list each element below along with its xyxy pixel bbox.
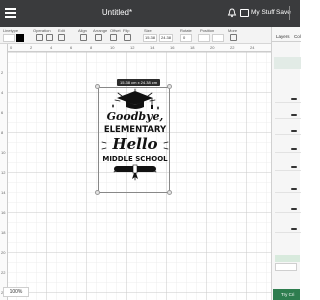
ruler-tick-label: 12 — [130, 45, 135, 50]
graduation-cap-icon — [117, 91, 153, 109]
ruler-tick-label: 6 — [70, 45, 73, 50]
linetype-select[interactable] — [3, 34, 15, 42]
ruler-tick-label: 22 — [1, 270, 6, 275]
tab-color-sync[interactable]: Col — [294, 34, 301, 39]
ruler-tick-label: 16 — [170, 45, 175, 50]
ruler-tick-label: 10 — [1, 150, 6, 155]
ruler-tick-label: 2 — [30, 45, 33, 50]
app-header: Untitled* My Stuff Save — [0, 0, 300, 27]
arrange-label: Arrange — [93, 28, 108, 33]
ruler-tick-label: 4 — [50, 45, 53, 50]
size-tooltip: 15.38 cm x 24.38 cm — [117, 79, 161, 86]
position-label: Position — [200, 28, 215, 33]
deselect-icon[interactable] — [46, 34, 53, 41]
artwork-line-goodbye: Goodbye, — [107, 110, 164, 123]
ruler-tick-label: 16 — [1, 210, 6, 215]
edit-toolbar: Linetype Operation Edit Align Arrange Of… — [0, 27, 300, 44]
ruler-tick-label: 20 — [1, 250, 6, 255]
edit-label: Edit — [58, 28, 65, 33]
ruler-tick-label: 14 — [1, 190, 6, 195]
panel-action-strip — [275, 255, 300, 262]
offset-icon[interactable] — [110, 34, 117, 41]
width-value: 15.38 — [145, 35, 156, 40]
ruler-tick-label: 20 — [210, 45, 215, 50]
ruler-horizontal: 0 2 4 6 8 10 12 14 16 18 20 22 24 — [8, 44, 271, 52]
ruler-tick-label: 0 — [10, 45, 13, 50]
artwork-line-hello: Hello — [111, 135, 157, 153]
tab-layers[interactable]: Layers — [276, 34, 290, 39]
list-item[interactable] — [275, 223, 301, 233]
my-stuff-icon[interactable] — [240, 9, 249, 17]
list-item[interactable] — [275, 125, 301, 135]
list-item[interactable] — [275, 109, 301, 119]
offset-label: Offset — [110, 28, 121, 33]
ruler-tick-label: 8 — [1, 130, 4, 135]
layer-group-row[interactable] — [274, 57, 301, 69]
zoom-control[interactable]: 100% — [3, 287, 29, 297]
rotate-value: 0 — [183, 35, 186, 40]
artwork-line-middle-school: MIDDLE SCHOOL — [102, 155, 168, 163]
notification-bell-icon[interactable] — [227, 8, 237, 18]
align-icon[interactable] — [80, 34, 87, 41]
list-item[interactable] — [275, 143, 301, 153]
rotate-label: Rotate — [180, 28, 192, 33]
operation-label: Operation — [33, 28, 51, 33]
size-label: Size — [144, 28, 152, 33]
color-swatch[interactable] — [16, 34, 24, 42]
panel-divider — [272, 41, 301, 42]
ruler-tick-label: 22 — [230, 45, 235, 50]
ruler-tick-label: 10 — [110, 45, 115, 50]
ruler-tick-label: 18 — [190, 45, 195, 50]
header-divider — [289, 6, 290, 20]
align-label: Align — [78, 28, 87, 33]
blank-canvas-swatch[interactable] — [275, 263, 297, 271]
artwork-line-elementary: ELEMENTARY — [104, 125, 167, 135]
list-item[interactable] — [275, 93, 301, 103]
ruler-tick-label: 8 — [90, 45, 93, 50]
ruler-tick-label: 12 — [1, 170, 6, 175]
list-item[interactable] — [275, 203, 301, 213]
ruler-tick-label: 2 — [1, 70, 4, 75]
arrange-icon[interactable] — [95, 34, 102, 41]
rotate-field[interactable] — [180, 34, 192, 42]
my-stuff-link[interactable]: My Stuff — [251, 9, 275, 16]
linetype-label: Linetype — [3, 28, 19, 33]
ruler-tick-label: 24 — [250, 45, 255, 50]
list-item[interactable] — [275, 161, 301, 171]
diploma-icon — [114, 164, 156, 179]
ruler-tick-label: 4 — [1, 90, 4, 95]
ruler-tick-label: 6 — [1, 110, 4, 115]
ruler-tick-label: 18 — [1, 230, 6, 235]
more-icon[interactable] — [230, 34, 237, 41]
edit-icon[interactable] — [58, 34, 65, 41]
height-value: 24.38 — [161, 35, 172, 40]
position-y-field[interactable] — [212, 34, 224, 42]
select-all-icon[interactable] — [36, 34, 43, 41]
position-x-field[interactable] — [198, 34, 210, 42]
project-title: Untitled* — [101, 8, 133, 17]
graduation-artwork[interactable]: Goodbye, ELEMENTARY Hello MIDDLE SCHOOL — [100, 88, 170, 192]
more-label: More — [228, 28, 238, 33]
try-button[interactable]: Try Cri — [273, 289, 300, 300]
flip-label: Flip — [123, 28, 130, 33]
ruler-vertical: 2 4 6 8 10 12 14 16 18 20 22 24 — [0, 44, 8, 300]
ruler-tick-label: 14 — [150, 45, 155, 50]
flip-icon[interactable] — [124, 34, 131, 41]
list-item[interactable] — [275, 183, 301, 193]
